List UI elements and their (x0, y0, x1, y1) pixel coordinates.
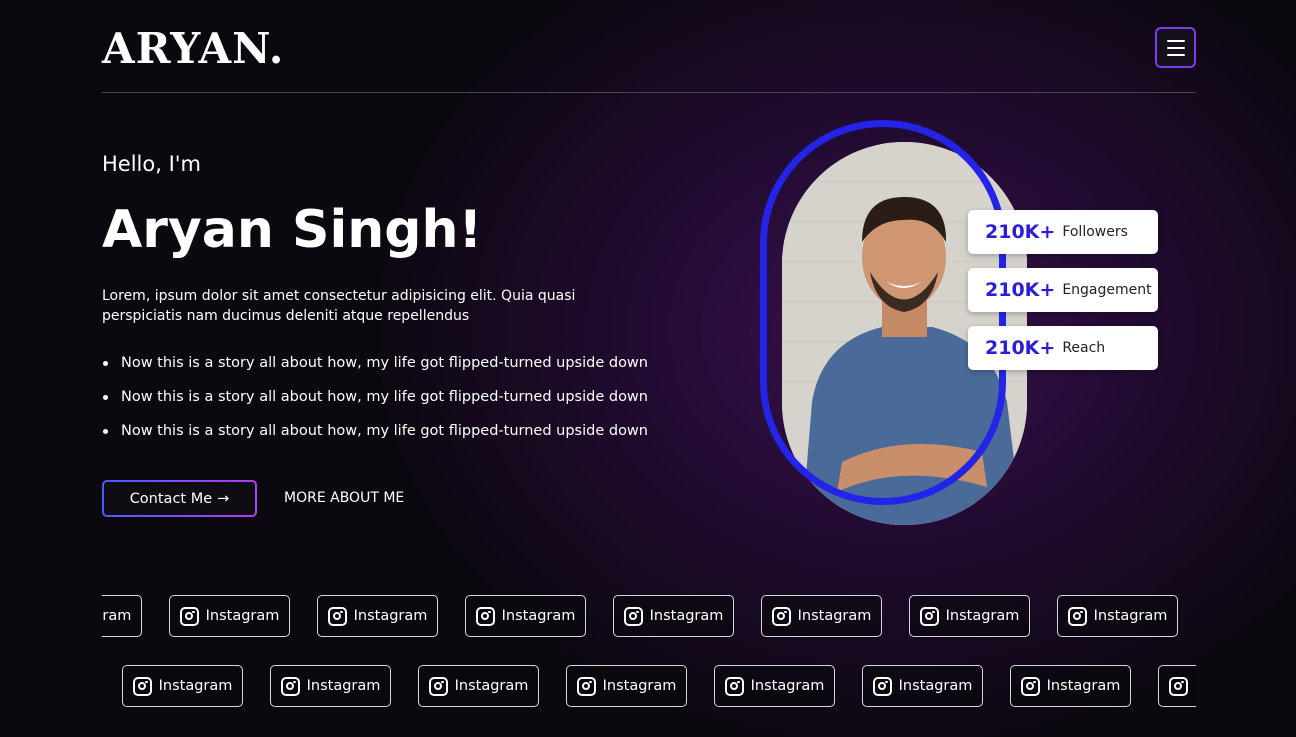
instagram-icon (872, 676, 892, 696)
instagram-chip[interactable]: Instagram (169, 595, 290, 637)
instagram-label: Instagram (102, 608, 132, 624)
instagram-chip[interactable]: Instagram (102, 595, 142, 637)
more-about-me-link[interactable]: MORE ABOUT ME (284, 490, 404, 506)
stat-value: 210K+ (985, 279, 1056, 301)
instagram-chip[interactable]: Instagram (761, 595, 882, 637)
instagram-icon (1020, 676, 1040, 696)
instagram-icon (280, 676, 300, 696)
stat-card-reach: 210K+ Reach (968, 326, 1158, 370)
instagram-label: Instagram (649, 608, 724, 624)
instagram-chip[interactable]: Instagram (270, 665, 391, 707)
hero-bullet: Now this is a story all about how, my li… (102, 353, 648, 387)
hero-bullet: Now this is a story all about how, my li… (102, 387, 648, 421)
instagram-label: Instagram (306, 678, 381, 694)
menu-line (1166, 46, 1185, 49)
stat-value: 210K+ (985, 221, 1056, 243)
ticker-track: Instagram Instagram Instagram Instagram … (102, 595, 1178, 637)
instagram-label: Instagram (1195, 678, 1196, 694)
instagram-icon (327, 606, 347, 626)
instagram-icon (179, 606, 199, 626)
instagram-chip[interactable]: Instagram (418, 665, 539, 707)
instagram-chip[interactable]: Instagram (1010, 665, 1131, 707)
instagram-icon (771, 606, 791, 626)
instagram-icon (475, 606, 495, 626)
instagram-label: Instagram (1093, 608, 1168, 624)
instagram-icon (428, 676, 448, 696)
instagram-chip[interactable]: Instagram (613, 595, 734, 637)
stat-value: 210K+ (985, 337, 1056, 359)
instagram-icon (1067, 606, 1087, 626)
instagram-icon (576, 676, 596, 696)
instagram-chip[interactable]: Instagram (1158, 665, 1196, 707)
hero-intro: Lorem, ipsum dolor sit amet consectetur … (102, 288, 576, 324)
instagram-label: Instagram (454, 678, 529, 694)
hero-greeting: Hello, I'm (102, 152, 202, 176)
instagram-chip[interactable]: Instagram (714, 665, 835, 707)
instagram-icon (623, 606, 643, 626)
profile-ring (760, 120, 1006, 505)
instagram-chip[interactable]: Instagram (566, 665, 687, 707)
hero-bullet-list: Now this is a story all about how, my li… (102, 353, 648, 455)
contact-me-button[interactable]: Contact Me → (102, 480, 257, 517)
instagram-chip[interactable]: Instagram (317, 595, 438, 637)
instagram-label: Instagram (797, 608, 872, 624)
header-divider (102, 92, 1196, 93)
contact-me-label: Contact Me (129, 490, 213, 507)
ticker-track: Instagram Instagram Instagram Instagram … (122, 665, 1196, 707)
instagram-chip[interactable]: Instagram (862, 665, 983, 707)
instagram-label: Instagram (750, 678, 825, 694)
instagram-label: Instagram (353, 608, 428, 624)
menu-line (1166, 53, 1185, 56)
stat-label: Followers (1062, 224, 1128, 240)
hamburger-menu-button[interactable] (1155, 27, 1196, 68)
instagram-label: Instagram (1046, 678, 1121, 694)
instagram-icon (1168, 676, 1188, 696)
instagram-label: Instagram (501, 608, 576, 624)
instagram-chip[interactable]: Instagram (1057, 595, 1178, 637)
instagram-ticker-row-1: Instagram Instagram Instagram Instagram … (102, 595, 1196, 639)
instagram-label: Instagram (898, 678, 973, 694)
instagram-chip[interactable]: Instagram (909, 595, 1030, 637)
instagram-label: Instagram (602, 678, 677, 694)
instagram-chip[interactable]: Instagram (465, 595, 586, 637)
instagram-ticker-row-2: Instagram Instagram Instagram Instagram … (102, 665, 1196, 709)
stat-card-followers: 210K+ Followers (968, 210, 1158, 254)
instagram-icon (919, 606, 939, 626)
instagram-icon (724, 676, 744, 696)
arrow-right-icon: → (217, 490, 230, 507)
hero-bullet: Now this is a story all about how, my li… (102, 421, 648, 455)
instagram-icon (132, 676, 152, 696)
site-logo[interactable]: ARYAN. (102, 24, 284, 73)
hero-name: Aryan Singh! (102, 200, 483, 260)
instagram-label: Instagram (945, 608, 1020, 624)
instagram-label: Instagram (205, 608, 280, 624)
instagram-chip[interactable]: Instagram (122, 665, 243, 707)
menu-line (1166, 39, 1185, 42)
stat-label: Engagement (1062, 282, 1152, 298)
stat-label: Reach (1062, 340, 1106, 356)
stat-card-engagement: 210K+ Engagement (968, 268, 1158, 312)
instagram-label: Instagram (158, 678, 233, 694)
profile-photo-frame (760, 120, 1030, 530)
